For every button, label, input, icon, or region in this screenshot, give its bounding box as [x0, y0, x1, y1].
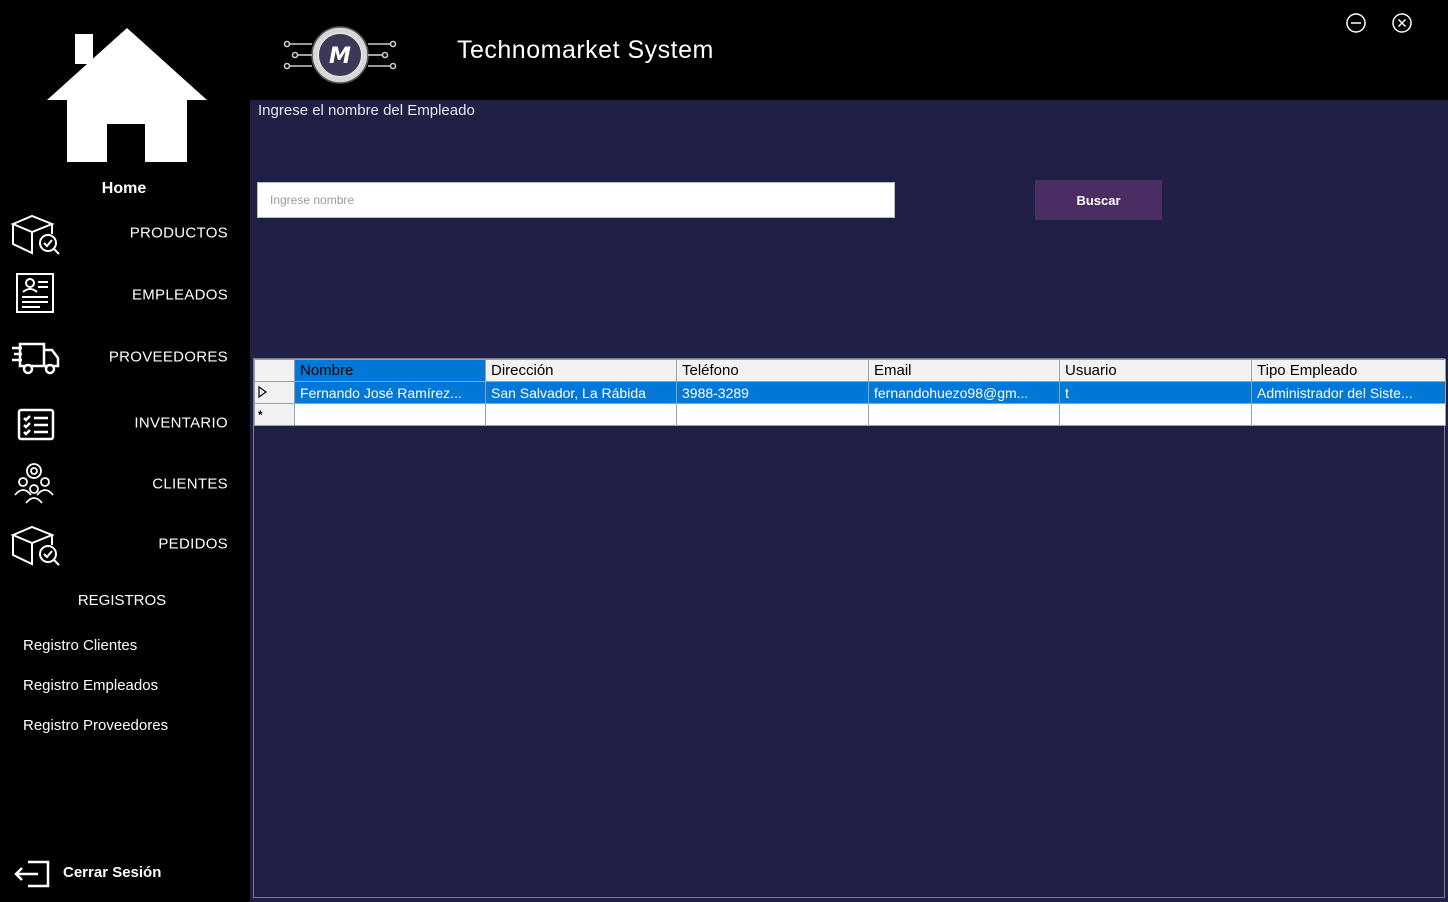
- table-cell[interactable]: [485, 403, 677, 426]
- search-input[interactable]: [257, 182, 895, 218]
- nav-proveedores[interactable]: PROVEEDORES: [0, 332, 250, 382]
- nav-label: PEDIDOS: [158, 535, 228, 553]
- nav-productos[interactable]: PRODUCTOS: [0, 208, 250, 258]
- logout-button[interactable]: Cerrar Sesión: [12, 856, 212, 892]
- employees-table: Nombre Dirección Teléfono Email Usuario …: [254, 359, 1446, 426]
- logout-icon: [12, 858, 52, 890]
- column-header[interactable]: Dirección: [485, 359, 677, 382]
- nav-label: CLIENTES: [152, 475, 228, 493]
- registro-empleados-link[interactable]: Registro Empleados: [23, 677, 158, 694]
- minimize-icon: [1346, 13, 1366, 33]
- employee-document-icon: [10, 270, 62, 320]
- nav-clientes[interactable]: CLIENTES: [0, 459, 250, 509]
- top-bar: M Technomarket System: [250, 0, 1448, 100]
- table-cell[interactable]: [1251, 403, 1446, 426]
- home-label[interactable]: Home: [0, 180, 248, 198]
- current-row-indicator[interactable]: [254, 381, 295, 404]
- nav-label: PROVEEDORES: [108, 348, 228, 366]
- svg-text:M: M: [329, 44, 351, 69]
- close-icon: [1392, 13, 1412, 33]
- home-icon[interactable]: [47, 28, 207, 162]
- column-header[interactable]: Nombre: [294, 359, 486, 382]
- column-header[interactable]: Teléfono: [676, 359, 869, 382]
- main-content: Ingrese el nombre del Empleado Buscar No…: [250, 100, 1448, 902]
- table-cell[interactable]: San Salvador, La Rábida: [485, 381, 677, 404]
- new-row[interactable]: *: [254, 403, 1446, 426]
- registro-clientes-link[interactable]: Registro Clientes: [23, 637, 137, 654]
- row-pointer-icon: [258, 385, 268, 398]
- column-header[interactable]: Tipo Empleado: [1251, 359, 1446, 382]
- table-cell[interactable]: Administrador del Siste...: [1251, 381, 1446, 404]
- app-title: Technomarket System: [457, 36, 714, 64]
- nav-pedidos[interactable]: PEDIDOS: [0, 519, 250, 569]
- registro-proveedores-link[interactable]: Registro Proveedores: [23, 717, 168, 734]
- sidebar: Home PRODUCTOS EMPLEADOS PROVEEDORES INV…: [0, 0, 250, 902]
- table-cell[interactable]: t: [1059, 381, 1252, 404]
- row-header-corner: [254, 359, 295, 382]
- table-cell[interactable]: [1059, 403, 1252, 426]
- nav-label: PRODUCTOS: [129, 224, 228, 242]
- nav-empleados[interactable]: EMPLEADOS: [0, 270, 250, 320]
- package-check-icon: [10, 208, 62, 258]
- search-prompt: Ingrese el nombre del Empleado: [258, 102, 475, 119]
- employees-grid[interactable]: Nombre Dirección Teléfono Email Usuario …: [253, 358, 1446, 898]
- delivery-truck-icon: [10, 332, 62, 382]
- nav-inventario[interactable]: INVENTARIO: [0, 398, 250, 448]
- close-button[interactable]: [1391, 12, 1413, 34]
- table-cell[interactable]: Fernando José Ramírez...: [294, 381, 486, 404]
- column-header[interactable]: Email: [868, 359, 1060, 382]
- minimize-button[interactable]: [1345, 12, 1367, 34]
- table-cell[interactable]: 3988-3289: [676, 381, 869, 404]
- logout-label: Cerrar Sesión: [63, 864, 162, 881]
- new-row-marker: *: [254, 403, 295, 426]
- nav-label: INVENTARIO: [134, 414, 228, 432]
- table-row[interactable]: Fernando José Ramírez... San Salvador, L…: [254, 381, 1446, 404]
- package-check-icon: [10, 519, 62, 569]
- nav-label: EMPLEADOS: [131, 286, 228, 304]
- table-cell[interactable]: [868, 403, 1060, 426]
- table-header-row: Nombre Dirección Teléfono Email Usuario …: [254, 359, 1446, 382]
- registros-title: REGISTROS: [77, 592, 167, 609]
- checklist-icon: [10, 398, 62, 448]
- app-logo: M: [280, 22, 400, 88]
- table-cell[interactable]: fernandohuezo98@gm...: [868, 381, 1060, 404]
- table-cell[interactable]: [294, 403, 486, 426]
- table-cell[interactable]: [676, 403, 869, 426]
- customers-icon: [10, 459, 62, 509]
- search-button[interactable]: Buscar: [1035, 180, 1162, 220]
- column-header[interactable]: Usuario: [1059, 359, 1252, 382]
